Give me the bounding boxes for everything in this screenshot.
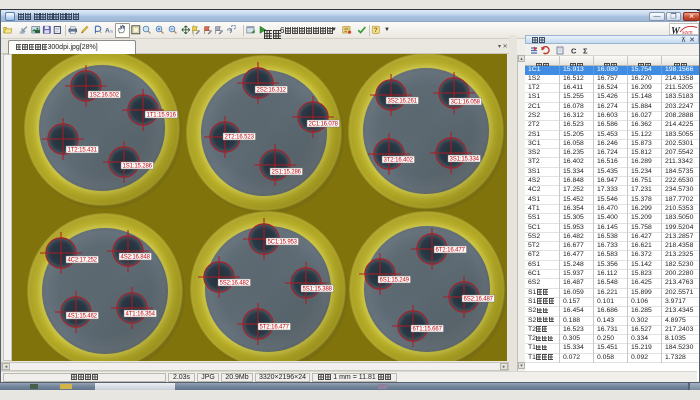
svg-text:4C2:17.252: 4C2:17.252	[68, 258, 98, 264]
svg-text:5S1:15.388: 5S1:15.388	[303, 287, 333, 293]
svg-text:1S2:16.502: 1S2:16.502	[90, 93, 120, 99]
svg-text:3S1:15.334: 3S1:15.334	[450, 157, 480, 163]
svg-text:2T2:16.523: 2T2:16.523	[225, 135, 255, 141]
svg-text:Σ: Σ	[583, 46, 588, 55]
svg-text:1S1:15.286: 1S1:15.286	[123, 164, 153, 170]
svg-text:C: C	[571, 46, 577, 55]
svg-text:1T2:15.431: 1T2:15.431	[68, 148, 98, 154]
svg-text:5C1:15.953: 5C1:15.953	[268, 240, 298, 246]
svg-text:2C1:16.078: 2C1:16.078	[309, 122, 339, 128]
svg-text:W: W	[671, 26, 681, 35]
svg-text:seen: seen	[682, 30, 693, 35]
svg-text:6T2:16.477: 6T2:16.477	[436, 248, 466, 254]
svg-text:4S1:15.462: 4S1:15.462	[68, 314, 98, 320]
svg-text:5S2:16.482: 5S2:16.482	[220, 281, 250, 287]
svg-text:4T1:16.354: 4T1:16.354	[126, 312, 156, 318]
svg-text:3T2:16.402: 3T2:16.402	[384, 158, 414, 164]
svg-text:6T1:15.667: 6T1:15.667	[413, 327, 443, 333]
svg-text:1T1:15.916: 1T1:15.916	[147, 113, 177, 119]
svg-text:4S2:16.848: 4S2:16.848	[121, 255, 151, 261]
svg-text:5T2:16.477: 5T2:16.477	[260, 325, 290, 331]
svg-text:6S2:16.487: 6S2:16.487	[464, 297, 494, 303]
svg-text:3S2:16.261: 3S2:16.261	[388, 99, 418, 105]
svg-text:2S1:15.286: 2S1:15.286	[272, 170, 302, 176]
svg-text:2S2:16.312: 2S2:16.312	[257, 88, 287, 94]
svg-text:a: a	[110, 30, 113, 35]
svg-text:3C1:16.058: 3C1:16.058	[451, 100, 481, 106]
svg-text:?: ?	[374, 27, 378, 34]
svg-text:6S1:15.249: 6S1:15.249	[380, 278, 410, 284]
svg-text:A: A	[105, 27, 110, 34]
